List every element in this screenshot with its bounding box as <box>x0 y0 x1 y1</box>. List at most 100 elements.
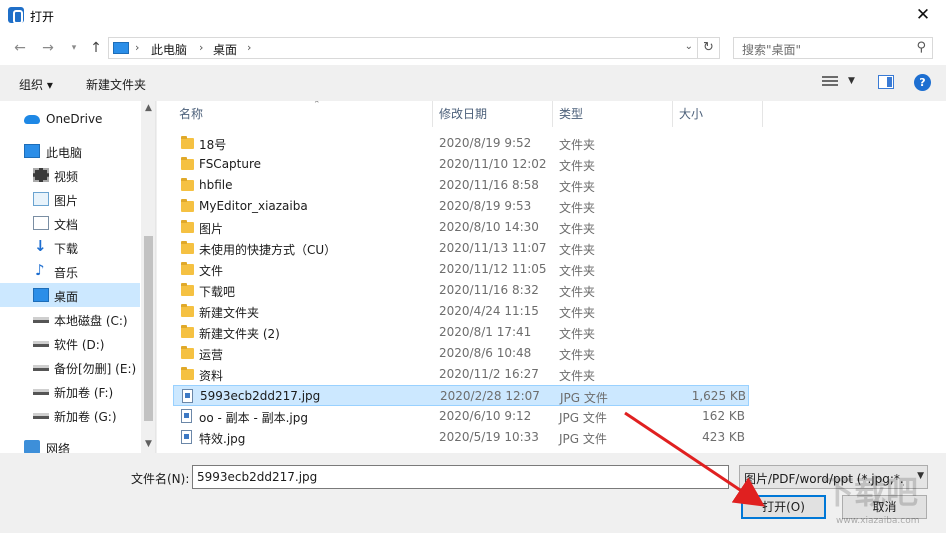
search-icon[interactable]: ⚲ <box>916 40 926 55</box>
nav-item-documents[interactable]: 文档 <box>0 211 140 235</box>
file-name: 未使用的快捷方式（CU） <box>199 243 337 257</box>
drive-icon <box>33 317 49 323</box>
nav-item-desktop[interactable]: 桌面 <box>0 283 140 307</box>
file-type: 文件夹 <box>559 243 596 257</box>
drive-icon <box>33 341 49 347</box>
breadcrumb-this-pc[interactable]: 此电脑 <box>151 41 187 58</box>
help-icon[interactable]: ? <box>914 74 931 91</box>
forward-arrow-icon[interactable]: → <box>38 38 58 58</box>
folder-row[interactable]: MyEditor_xiazaiba 2020/8/19 9:53 文件夹 <box>173 196 749 217</box>
file-date: 2020/2/28 12:07 <box>440 389 540 403</box>
folder-row[interactable]: 新建文件夹 (2) 2020/8/1 17:41 文件夹 <box>173 322 749 343</box>
file-name: 文件 <box>199 264 224 278</box>
column-header-size[interactable]: 大小 <box>673 101 763 127</box>
column-header-date[interactable]: 修改日期 <box>433 101 553 127</box>
file-date: 2020/8/19 9:52 <box>439 136 532 150</box>
file-type: 文件夹 <box>559 327 596 341</box>
file-date: 2020/11/13 11:07 <box>439 241 547 255</box>
folder-row[interactable]: 新建文件夹 2020/4/24 11:15 文件夹 <box>173 301 749 322</box>
column-header-type[interactable]: 类型 <box>553 101 673 127</box>
refresh-icon[interactable]: ↻ <box>698 37 720 59</box>
nav-item-drive-d[interactable]: 软件 (D:) <box>0 331 140 355</box>
back-arrow-icon[interactable]: ← <box>10 38 30 58</box>
file-type: 文件夹 <box>559 348 596 362</box>
nav-item-network[interactable]: 网络 <box>0 435 140 453</box>
address-bar[interactable]: › 此电脑 › 桌面 › ⌄ <box>108 37 698 59</box>
folder-row[interactable]: 18号 2020/8/19 9:52 文件夹 <box>173 133 749 154</box>
file-size: 1,625 KB <box>691 389 746 403</box>
folder-row[interactable]: 图片 2020/8/10 14:30 文件夹 <box>173 217 749 238</box>
file-type: 文件夹 <box>559 222 596 236</box>
new-folder-button[interactable]: 新建文件夹 <box>86 76 146 93</box>
drive-icon <box>33 365 49 371</box>
music-icon: ♪ <box>35 261 45 279</box>
organize-button[interactable]: 组织 ▾ <box>19 76 53 93</box>
command-toolbar: 组织 ▾ 新建文件夹 ▼ ? <box>0 65 946 101</box>
folder-row[interactable]: 未使用的快捷方式（CU） 2020/11/13 11:07 文件夹 <box>173 238 749 259</box>
nav-item-drive-g[interactable]: 新加卷 (G:) <box>0 403 140 427</box>
image-file-icon <box>182 389 193 403</box>
folder-row[interactable]: hbfile 2020/11/16 8:58 文件夹 <box>173 175 749 196</box>
nav-item-drive-e[interactable]: 备份[勿删] (E:) <box>0 355 140 379</box>
file-type: JPG 文件 <box>560 391 608 405</box>
search-box[interactable]: 搜索"桌面" ⚲ <box>733 37 933 59</box>
computer-icon <box>113 42 129 54</box>
nav-item-pictures[interactable]: 图片 <box>0 187 140 211</box>
file-row[interactable]: 5993ecb2dd217.jpg 2020/2/28 12:07 JPG 文件 1,… <box>173 385 749 406</box>
nav-item-downloads[interactable]: ↓ 下载 <box>0 235 140 259</box>
preview-pane-icon[interactable] <box>878 75 894 89</box>
video-icon <box>33 168 49 182</box>
file-date: 2020/8/19 9:53 <box>439 199 532 213</box>
file-date: 2020/5/19 10:33 <box>439 430 539 444</box>
chevron-right-icon[interactable]: › <box>135 41 139 54</box>
breadcrumb-desktop[interactable]: 桌面 <box>213 41 237 58</box>
file-name: 新建文件夹 (2) <box>199 327 280 341</box>
folder-row[interactable]: FSCapture 2020/11/10 12:02 文件夹 <box>173 154 749 175</box>
open-button[interactable]: 打开(O) <box>741 495 826 519</box>
nav-item-videos[interactable]: 视频 <box>0 163 140 187</box>
file-date: 2020/8/1 17:41 <box>439 325 532 339</box>
chevron-down-icon[interactable]: ▼ <box>848 76 855 86</box>
dialog-footer: 文件名(N): 图片/PDF/word/ppt (*.jpg;*.jpeg ▼ … <box>0 453 946 533</box>
file-row[interactable]: oo - 副本 - 副本.jpg 2020/6/10 9:12 JPG 文件 162 … <box>173 406 749 427</box>
up-arrow-icon[interactable]: ↑ <box>86 38 106 58</box>
chevron-right-icon[interactable]: › <box>199 41 203 54</box>
chevron-down-icon[interactable]: ⌄ <box>685 41 693 52</box>
folder-row[interactable]: 文件 2020/11/12 11:05 文件夹 <box>173 259 749 280</box>
file-type: 文件夹 <box>559 306 596 320</box>
search-input[interactable]: 搜索"桌面" <box>742 41 801 58</box>
file-type: 文件夹 <box>559 201 596 215</box>
file-name: MyEditor_xiazaiba <box>199 199 308 213</box>
folder-row[interactable]: 运营 2020/8/6 10:48 文件夹 <box>173 343 749 364</box>
folder-icon <box>181 262 194 275</box>
file-name: 特效.jpg <box>199 432 246 446</box>
file-name: 运营 <box>199 348 224 362</box>
watermark-url: www.xiazaiba.com <box>836 516 920 526</box>
recent-locations-chevron-icon[interactable]: ▾ <box>64 38 84 58</box>
title-bar: 打开 ✕ <box>0 0 946 31</box>
file-type: JPG 文件 <box>559 411 607 425</box>
document-icon <box>33 216 49 230</box>
file-name: FSCapture <box>199 157 262 171</box>
nav-item-drive-f[interactable]: 新加卷 (F:) <box>0 379 140 403</box>
column-header-name[interactable]: 名称 ⌃ <box>173 101 433 127</box>
file-row[interactable]: 特效.jpg 2020/5/19 10:33 JPG 文件 423 KB <box>173 427 749 448</box>
nav-scrollbar[interactable]: ▲ ▼ <box>141 101 155 453</box>
nav-item-this-pc[interactable]: 此电脑 <box>0 139 140 163</box>
chevron-right-icon[interactable]: › <box>247 41 251 54</box>
view-options-icon[interactable] <box>822 76 838 90</box>
filename-input[interactable] <box>192 465 729 489</box>
nav-item-onedrive[interactable]: OneDrive <box>0 107 140 131</box>
nav-item-music[interactable]: ♪ 音乐 <box>0 259 140 283</box>
nav-item-drive-c[interactable]: 本地磁盘 (C:) <box>0 307 140 331</box>
scroll-up-icon[interactable]: ▲ <box>141 103 155 113</box>
folder-row[interactable]: 资料 2020/11/2 16:27 文件夹 <box>173 364 749 385</box>
download-icon: ↓ <box>34 237 47 255</box>
file-date: 2020/6/10 9:12 <box>439 409 532 423</box>
folder-row[interactable]: 下载吧 2020/11/16 8:32 文件夹 <box>173 280 749 301</box>
close-icon[interactable]: ✕ <box>900 0 946 31</box>
file-type: 文件夹 <box>559 264 596 278</box>
scrollbar-thumb[interactable] <box>144 236 153 421</box>
file-name: 下载吧 <box>199 285 236 299</box>
scroll-down-icon[interactable]: ▼ <box>141 439 155 449</box>
